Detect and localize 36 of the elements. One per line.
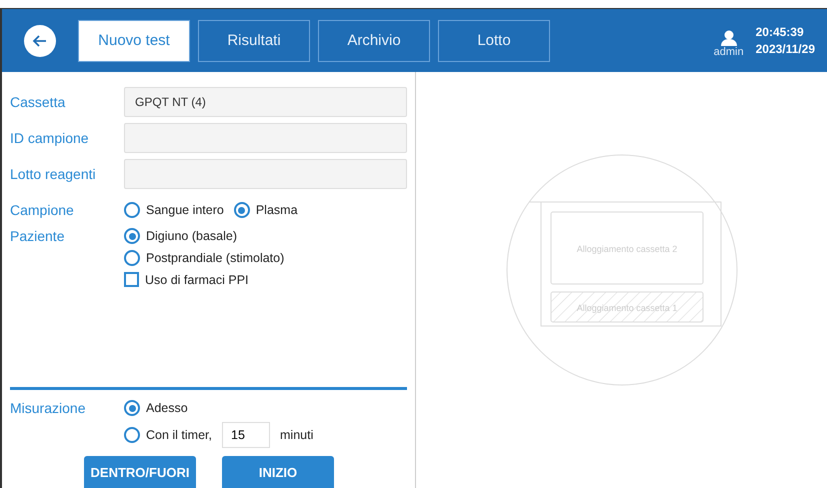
field-label: Campione (10, 202, 75, 218)
tab[interactable]: Risultati (198, 20, 310, 62)
back-button[interactable] (24, 24, 56, 56)
radio-icon[interactable] (124, 427, 140, 443)
radio-option[interactable]: Digiuno (basale) (124, 228, 407, 244)
action-button[interactable]: DENTRO/FUORI (84, 456, 196, 488)
field-label: Paziente (10, 228, 66, 244)
user-name: admin (714, 46, 744, 58)
tab[interactable]: Nuovo test (78, 20, 190, 62)
timer-unit: minuti (280, 428, 314, 442)
clock-time: 20:45:39 (756, 25, 805, 39)
input-field[interactable] (124, 159, 407, 189)
input-field[interactable] (124, 123, 407, 153)
radio-icon[interactable] (124, 228, 140, 244)
radio-icon[interactable] (124, 250, 140, 266)
field-label: ID campione (10, 130, 90, 146)
field-label: Cassetta (10, 94, 66, 110)
radio-option[interactable]: Plasma (234, 202, 298, 218)
action-button[interactable]: INIZIO (222, 456, 334, 488)
tab[interactable]: Lotto (438, 20, 550, 62)
field-label: Misurazione (10, 400, 86, 416)
radio-icon[interactable] (234, 202, 250, 218)
checkbox-option[interactable]: Uso di farmaci PPI (124, 272, 407, 287)
radio-option[interactable]: Postprandiale (stimolato) (124, 250, 407, 266)
input-field[interactable]: GPQT NT (4) (124, 87, 407, 117)
radio-option[interactable]: Adesso (124, 400, 407, 416)
timer-field[interactable]: 15 (222, 422, 270, 448)
back-arrow-icon (32, 32, 48, 48)
radio-option[interactable]: Con il timer, (124, 427, 212, 443)
clock-date: 2023/11/29 (756, 42, 815, 56)
radio-icon[interactable] (124, 400, 140, 416)
radio-icon[interactable] (124, 202, 140, 218)
tab[interactable]: Archivio (318, 20, 430, 62)
radio-option[interactable]: Sangue intero (124, 202, 224, 218)
user-icon (720, 30, 738, 46)
field-label: Lotto reagenti (10, 166, 97, 182)
